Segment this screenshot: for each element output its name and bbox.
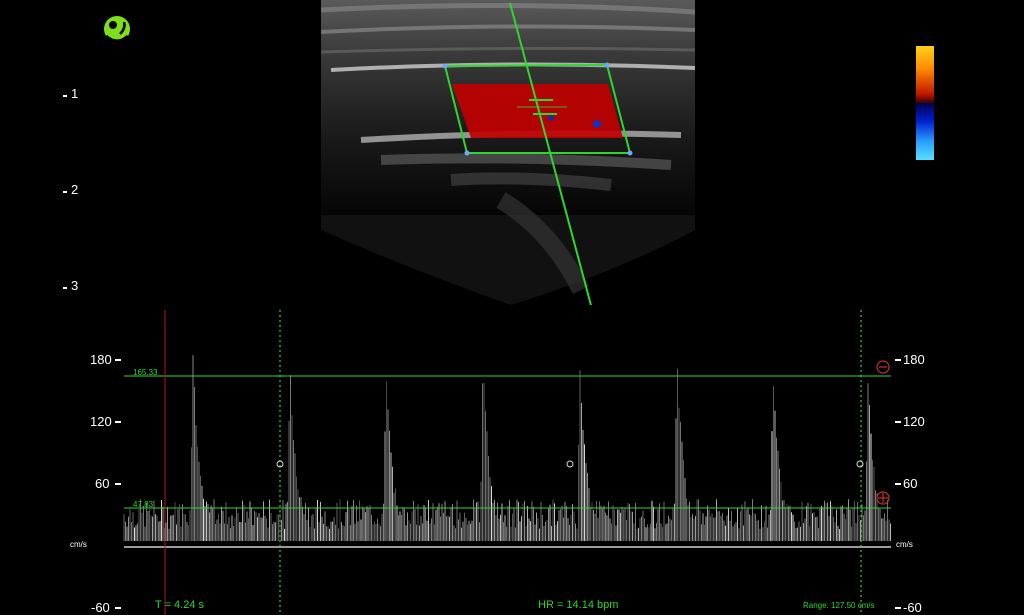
caliper-marker bbox=[856, 460, 864, 468]
axis-tick bbox=[115, 421, 121, 423]
heart-rate-readout: HR = 14.14 bpm bbox=[538, 599, 619, 611]
minus-circle-icon bbox=[876, 360, 890, 374]
right-axis-label-60: 60 bbox=[903, 476, 918, 491]
left-axis-unit: cm/s bbox=[70, 540, 87, 549]
right-axis-label-180: 180 bbox=[903, 352, 925, 367]
left-axis-label-180: 180 bbox=[90, 352, 112, 367]
depth-tick bbox=[63, 287, 67, 289]
spectral-waveform bbox=[123, 355, 891, 541]
left-axis-label-60: 60 bbox=[95, 476, 110, 491]
right-axis-label-neg60: -60 bbox=[903, 600, 922, 615]
doppler-spectrum bbox=[123, 310, 891, 615]
time-readout: T = 4.24 s bbox=[155, 599, 205, 611]
depth-label-3: 3 bbox=[71, 278, 79, 293]
depth-tick bbox=[63, 95, 67, 97]
right-axis-label-120: 120 bbox=[903, 414, 925, 429]
axis-tick bbox=[895, 421, 901, 423]
lower-cursor-value: 47.83 bbox=[133, 500, 154, 509]
caliper-marker bbox=[566, 460, 574, 468]
depth-label-2: 2 bbox=[71, 182, 79, 197]
upper-cursor-value: 165.33 bbox=[133, 368, 158, 377]
right-axis-unit: cm/s bbox=[896, 540, 913, 549]
axis-tick bbox=[895, 359, 901, 361]
axis-tick bbox=[895, 483, 901, 485]
velocity-range-readout: Range: 127.50 cm/s bbox=[803, 601, 875, 610]
probe-logo-icon bbox=[104, 16, 130, 43]
axis-tick bbox=[115, 607, 121, 609]
axis-tick bbox=[115, 483, 121, 485]
axis-tick bbox=[115, 359, 121, 361]
b-mode-image bbox=[321, 0, 695, 305]
axis-tick bbox=[895, 607, 901, 609]
depth-label-1: 1 bbox=[71, 86, 79, 101]
left-axis-label-neg60: -60 bbox=[91, 600, 110, 615]
crosshair-circle-icon bbox=[876, 491, 890, 505]
left-axis-label-120: 120 bbox=[90, 414, 112, 429]
depth-tick bbox=[63, 191, 67, 193]
color-velocity-bar bbox=[916, 46, 934, 160]
